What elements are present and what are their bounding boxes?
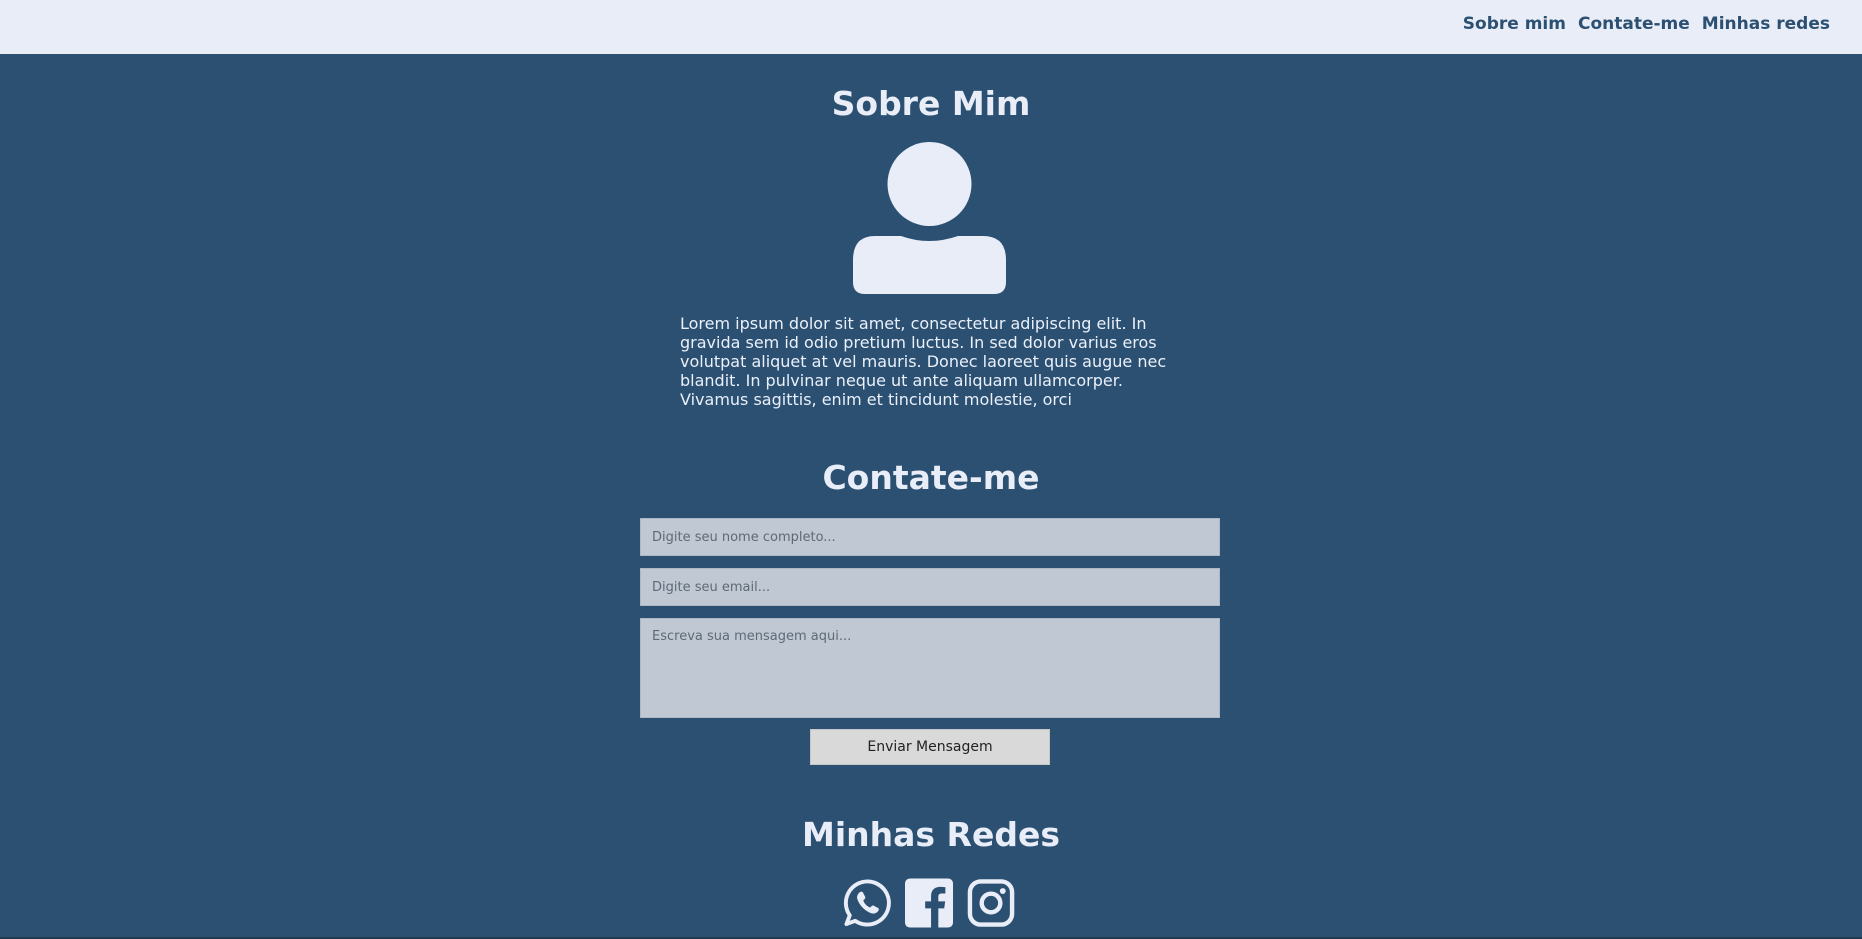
nav-link-minhas-redes[interactable]: Minhas redes [1702, 12, 1830, 36]
nav-menu: Sobre mim Contate-me Minhas redes [1463, 12, 1830, 36]
about-title: Sobre Mim [831, 84, 1031, 123]
instagram-icon[interactable] [967, 878, 1016, 928]
about-text: Lorem ipsum dolor sit amet, consectetur … [680, 314, 1167, 409]
nav-link-contate-me[interactable]: Contate-me [1578, 12, 1690, 36]
social-icons [843, 878, 1016, 928]
send-message-button[interactable]: Enviar Mensagem [810, 729, 1050, 765]
networks-title: Minhas Redes [802, 815, 1060, 854]
user-icon [853, 142, 1006, 294]
message-textarea[interactable] [640, 618, 1220, 718]
email-input[interactable] [640, 568, 1220, 606]
facebook-icon[interactable] [905, 878, 954, 928]
nav-link-sobre-mim[interactable]: Sobre mim [1463, 12, 1566, 36]
top-navbar: Sobre mim Contate-me Minhas redes [0, 0, 1862, 54]
contact-title: Contate-me [822, 458, 1040, 497]
whatsapp-icon[interactable] [843, 878, 892, 928]
name-input[interactable] [640, 518, 1220, 556]
